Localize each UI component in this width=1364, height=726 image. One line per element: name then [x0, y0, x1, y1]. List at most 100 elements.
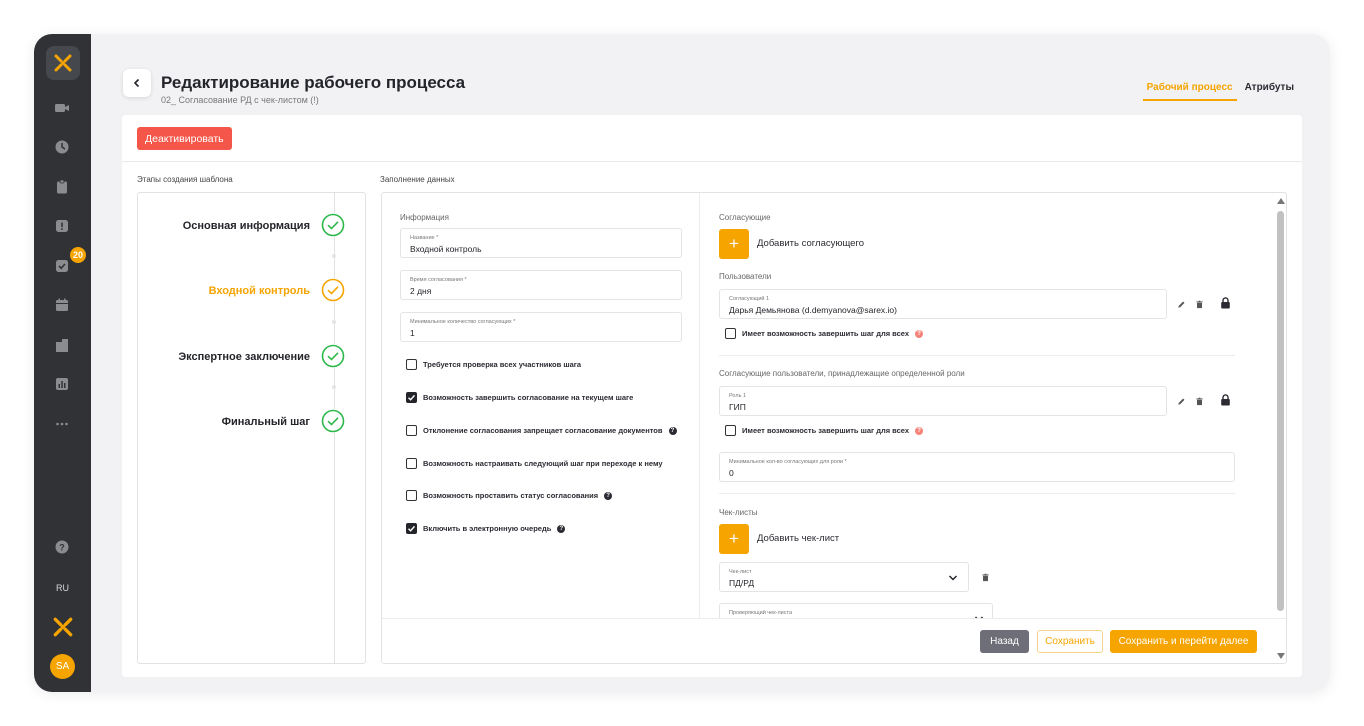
calendar-icon[interactable]	[53, 296, 71, 314]
checkbox-box[interactable]	[406, 523, 417, 534]
checkbox-electronic-queue[interactable]: Включить в электронную очередь ?	[406, 523, 566, 534]
help-icon[interactable]: ?	[604, 491, 613, 500]
field-label: Название *	[410, 235, 439, 241]
divider	[122, 161, 1302, 162]
checkbox-label: Включить в электронную очередь	[423, 524, 552, 533]
lock-icon[interactable]	[1219, 297, 1231, 309]
back-button[interactable]	[123, 69, 151, 97]
scrollbar[interactable]	[1274, 193, 1286, 663]
clock-icon[interactable]	[53, 138, 71, 156]
chevron-down-icon	[948, 575, 958, 581]
checkbox-box[interactable]	[406, 392, 417, 403]
min-role-approvers-field[interactable]: Минимальное кол-во согласующих для роли …	[719, 452, 1235, 482]
add-checklist-button[interactable]: +	[719, 524, 749, 554]
content-card: Деактивировать Этапы создания шаблона За…	[122, 115, 1302, 677]
help-icon[interactable]: ?	[668, 426, 677, 435]
step-connector-dot	[332, 254, 336, 258]
save-button[interactable]: Сохранить	[1037, 630, 1103, 653]
help-icon[interactable]: ?	[557, 524, 566, 533]
alert-icon[interactable]	[53, 217, 71, 235]
check-task-icon[interactable]	[53, 257, 71, 275]
scroll-down-icon[interactable]	[1276, 651, 1286, 661]
save-and-next-button[interactable]: Сохранить и перейти далее	[1110, 630, 1257, 653]
checkbox-label: Возможность проставить статус согласован…	[423, 491, 599, 500]
checklists-heading: Чек-листы	[719, 508, 758, 517]
field-value: Дарья Демьянова (d.demyanova@sarex.io)	[729, 305, 897, 315]
add-checklist-label[interactable]: Добавить чек-лист	[757, 533, 839, 544]
video-icon[interactable]	[53, 99, 71, 117]
language-switch[interactable]: RU	[34, 583, 91, 593]
edit-icon[interactable]	[1175, 298, 1187, 310]
checkbox-box[interactable]	[406, 490, 417, 501]
step-expert-conclusion[interactable]: Экспертное заключение	[138, 351, 310, 363]
approval-time-field[interactable]: Время согласования * 2 дня	[400, 270, 682, 300]
checkbox-label: Имеет возможность завершить шаг для всех	[742, 426, 910, 435]
help-icon[interactable]: ?	[915, 329, 924, 338]
checkbox-role-can-finish[interactable]: Имеет возможность завершить шаг для всех…	[725, 425, 924, 436]
sidebar: 20 ? RU SA	[34, 34, 91, 692]
min-approvers-field[interactable]: Минимальное количество согласующих * 1	[400, 312, 682, 342]
checkbox-box[interactable]	[725, 328, 736, 339]
separator	[719, 355, 1235, 356]
notification-badge: 20	[70, 247, 86, 263]
help-icon[interactable]: ?	[915, 426, 924, 435]
checkbox-set-approval-status[interactable]: Возможность проставить статус согласован…	[406, 490, 613, 501]
tab-attributes[interactable]: Атрибуты	[1245, 82, 1294, 101]
checkbox-label: Имеет возможность завершить шаг для всех	[742, 329, 910, 338]
checkbox-label: Возможность настраивать следующий шаг пр…	[423, 459, 663, 468]
name-field[interactable]: Название * Входной контроль	[400, 228, 682, 258]
checkbox-finish-on-current-step[interactable]: Возможность завершить согласование на те…	[406, 392, 633, 403]
tab-workflow[interactable]: Рабочий процесс	[1142, 82, 1237, 101]
checkbox-label: Возможность завершить согласование на те…	[423, 393, 634, 402]
lock-icon[interactable]	[1219, 394, 1231, 406]
step-basic-info[interactable]: Основная информация	[138, 220, 310, 232]
approver-user-field[interactable]: Согласующий 1 Дарья Демьянова (d.demyano…	[719, 289, 1167, 319]
approver-role-field[interactable]: Роль 1 ГИП	[719, 386, 1167, 416]
trash-icon[interactable]	[1193, 395, 1205, 407]
checkbox-label: Отклонение согласования запрещает соглас…	[423, 426, 663, 435]
checkbox-check-all-participants[interactable]: Требуется проверка всех участников шага	[406, 359, 581, 370]
add-approver-label[interactable]: Добавить согласующего	[757, 238, 864, 249]
separator	[719, 493, 1235, 494]
chevron-left-icon	[133, 78, 140, 88]
brand-logo	[50, 614, 75, 639]
trash-icon[interactable]	[979, 571, 991, 583]
field-label: Время согласования *	[410, 277, 467, 283]
deactivate-button[interactable]: Деактивировать	[137, 127, 232, 150]
checkbox-reject-blocks-docs[interactable]: Отклонение согласования запрещает соглас…	[406, 425, 677, 436]
edit-icon[interactable]	[1175, 395, 1187, 407]
building-icon[interactable]	[53, 336, 71, 354]
info-column: Информация Название * Входной контроль В…	[382, 193, 700, 618]
users-heading: Пользователи	[719, 272, 772, 281]
app-logo[interactable]	[46, 46, 80, 80]
brand-logo-icon	[53, 617, 72, 636]
trash-icon[interactable]	[1193, 298, 1205, 310]
checkbox-box[interactable]	[406, 458, 417, 469]
checkbox-configure-next-step[interactable]: Возможность настраивать следующий шаг пр…	[406, 458, 663, 469]
steps-section-label: Этапы создания шаблона	[137, 175, 233, 184]
page-title: Редактирование рабочего процесса	[161, 73, 466, 92]
scroll-up-icon[interactable]	[1276, 196, 1286, 206]
help-icon[interactable]: ?	[53, 538, 71, 556]
step-connector-dot	[332, 385, 336, 389]
svg-text:?: ?	[59, 543, 65, 553]
back-step-button[interactable]: Назад	[980, 630, 1029, 653]
checkbox-box[interactable]	[406, 359, 417, 370]
checkbox-user-can-finish[interactable]: Имеет возможность завершить шаг для всех…	[725, 328, 924, 339]
field-value: ПД/РД	[729, 578, 755, 588]
clipboard-icon[interactable]	[53, 178, 71, 196]
field-label: Проверяющий чек-листа	[729, 610, 792, 616]
checkbox-box[interactable]	[725, 425, 736, 436]
checklist-select[interactable]: Чек-лист ПД/РД	[719, 562, 969, 592]
step-input-control[interactable]: Входной контроль	[138, 285, 310, 297]
add-approver-button[interactable]: +	[719, 229, 749, 259]
field-label: Чек-лист	[729, 569, 752, 575]
more-icon[interactable]	[53, 415, 71, 433]
scroll-thumb[interactable]	[1277, 211, 1284, 611]
chart-icon[interactable]	[53, 375, 71, 393]
checkbox-box[interactable]	[406, 425, 417, 436]
step-final[interactable]: Финальный шаг	[138, 416, 310, 428]
avatar[interactable]: SA	[50, 654, 75, 679]
page-subtitle: 02_ Согласование РД с чек-листом (!)	[161, 95, 319, 105]
field-value: Входной контроль	[410, 244, 482, 254]
